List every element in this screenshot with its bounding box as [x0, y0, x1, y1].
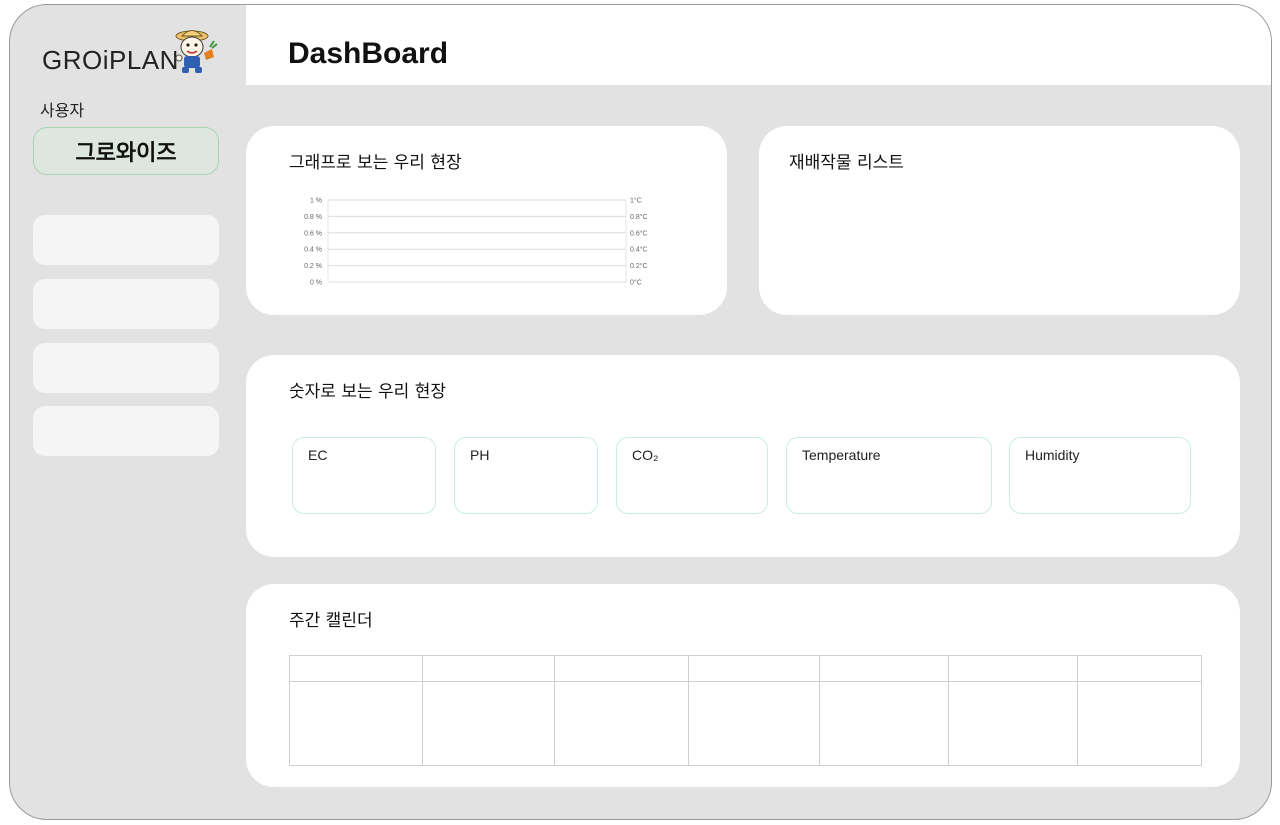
calendar-header-cell — [948, 655, 1078, 682]
metric-label: Temperature — [802, 447, 881, 463]
chart-left-tick-label: 1 % — [310, 198, 322, 205]
chart-right-tick-label: 0.6°C — [630, 229, 648, 237]
calendar-day-cell[interactable] — [688, 681, 820, 766]
calendar-day-cell[interactable] — [554, 681, 689, 766]
header: DashBoard — [246, 5, 1271, 85]
calendar-header-row — [289, 655, 1202, 682]
crop-list-title: 재배작물 리스트 — [789, 153, 904, 173]
calendar-day-cell[interactable] — [422, 681, 555, 766]
calendar-day-cell[interactable] — [1077, 681, 1202, 766]
logo[interactable]: GROiPLAN — [40, 27, 230, 81]
page-title: DashBoard — [288, 37, 449, 70]
metric-co2[interactable]: CO₂ — [616, 437, 768, 514]
chart-left-tick-label: 0 % — [310, 280, 322, 287]
calendar-body-row — [289, 681, 1202, 766]
metric-label: Humidity — [1025, 447, 1080, 463]
chart-right-tick-label: 0.8°C — [630, 213, 648, 221]
chart-left-tick-label: 0.8 % — [304, 214, 322, 221]
calendar-header-cell — [554, 655, 689, 682]
calendar-header-cell — [289, 655, 423, 682]
metric-humidity[interactable]: Humidity — [1009, 437, 1191, 514]
sidebar-item-2[interactable] — [33, 279, 219, 329]
calendar-card-title: 주간 캘린더 — [289, 611, 373, 631]
calendar-header-cell — [422, 655, 555, 682]
chart-right-tick-label: 0.4°C — [630, 246, 648, 254]
user-label: 사용자 — [40, 101, 85, 120]
sidebar-item-3[interactable] — [33, 343, 219, 393]
app-window: DashBoard GROiPLAN 사용자 그로와이즈 그래프로 보는 우리 … — [9, 4, 1272, 820]
weekly-calendar — [289, 655, 1202, 766]
metric-temperature[interactable]: Temperature — [786, 437, 992, 514]
status-chart: 1 % 0.8 % 0.6 % 0.4 % 0.2 % 0 % 1°C 0.8°C 0.6°C… — [304, 197, 648, 287]
weekly-calendar-card: 주간 캘린더 — [246, 584, 1240, 787]
calendar-header-cell — [819, 655, 949, 682]
metric-ph[interactable]: PH — [454, 437, 598, 514]
chart-right-tick-label: 0.2°C — [630, 262, 648, 270]
sidebar-item-4[interactable] — [33, 406, 219, 456]
chart-right-tick-label: 0°C — [630, 279, 642, 287]
chart-left-tick-label: 0.6 % — [304, 230, 322, 237]
chart-left-tick-label: 0.4 % — [304, 247, 322, 254]
numbers-card: 숫자로 보는 우리 현장 EC PH CO₂ Temperature Humid… — [246, 355, 1240, 557]
graph-card-title: 그래프로 보는 우리 현장 — [289, 153, 462, 173]
sidebar-item-1[interactable] — [33, 215, 219, 265]
metric-label: CO₂ — [632, 447, 659, 463]
chart-right-tick-label: 1°C — [630, 197, 642, 205]
metric-label: EC — [308, 447, 328, 463]
calendar-day-cell[interactable] — [289, 681, 423, 766]
calendar-header-cell — [688, 655, 820, 682]
chart-left-tick-label: 0.2 % — [304, 263, 322, 270]
crop-list-card: 재배작물 리스트 — [759, 126, 1240, 315]
calendar-header-cell — [1077, 655, 1202, 682]
groiplan-mascot-icon — [175, 30, 218, 73]
user-name-badge[interactable]: 그로와이즈 — [33, 127, 219, 175]
metric-ec[interactable]: EC — [292, 437, 436, 514]
graph-card: 그래프로 보는 우리 현장 1 % 0.8 % 0.6 % 0.4 % 0.2 % 0 %… — [246, 126, 727, 315]
metric-label: PH — [470, 447, 490, 463]
calendar-day-cell[interactable] — [948, 681, 1078, 766]
calendar-day-cell[interactable] — [819, 681, 949, 766]
logo-text: GROiPLAN — [42, 45, 179, 75]
numbers-card-title: 숫자로 보는 우리 현장 — [289, 382, 446, 402]
